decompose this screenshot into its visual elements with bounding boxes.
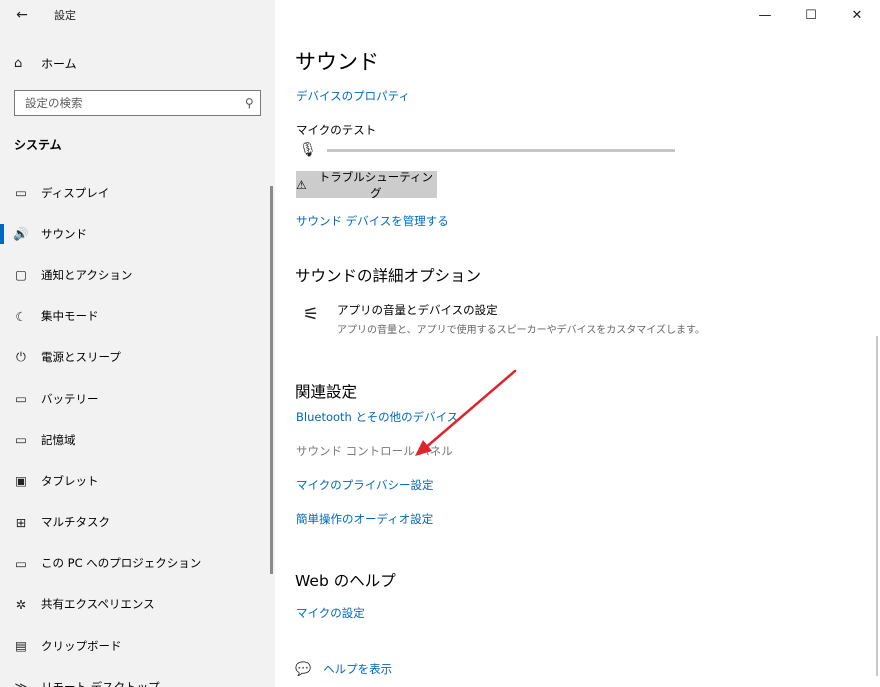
search-box[interactable]: ⚲ (14, 90, 261, 116)
device-properties-link[interactable]: デバイスのプロパティ (296, 88, 410, 104)
sidebar-item-label: 記憶域 (41, 432, 76, 447)
sidebar-item-label: 電源とスリープ (41, 350, 121, 365)
bluetooth-devices-link[interactable]: Bluetooth とその他のデバイス (296, 409, 458, 425)
sidebar-item-clipboard[interactable]: ▤ クリップボード (0, 625, 275, 666)
sidebar-item-label: リモート デスクトップ (41, 679, 160, 687)
web-help-heading: Web のヘルプ (295, 572, 396, 590)
notification-icon: ▢ (15, 267, 27, 283)
minimize-icon[interactable]: — (742, 0, 788, 30)
sidebar-item-projection[interactable]: ▭ この PC へのプロジェクション (0, 543, 275, 584)
mic-settings-link[interactable]: マイクの設定 (296, 605, 365, 621)
app-title: 設定 (54, 9, 76, 22)
warning-icon: ⚠ (296, 177, 307, 192)
tablet-icon: ▣ (15, 473, 27, 489)
sidebar-item-label: 共有エクスペリエンス (41, 597, 155, 612)
power-icon: ⏻ (16, 349, 26, 365)
mic-privacy-link[interactable]: マイクのプライバシー設定 (296, 477, 434, 493)
sidebar-item-sound[interactable]: 🔊 サウンド (0, 213, 275, 254)
window-controls: — ☐ ✕ (742, 0, 880, 30)
sidebar-item-battery[interactable]: ▭ バッテリー (0, 378, 275, 419)
remote-desktop-icon: ≫ (14, 679, 28, 687)
microphone-icon: 🎙 (299, 142, 317, 158)
sidebar-item-label: ディスプレイ (41, 185, 110, 200)
sidebar-item-storage[interactable]: ▭ 記憶域 (0, 419, 275, 460)
projection-icon: ▭ (15, 555, 27, 571)
sidebar-item-home[interactable]: ⌂ ホーム (0, 50, 275, 76)
sound-control-panel-link[interactable]: サウンド コントロール パネル (296, 443, 453, 459)
app-volume-settings[interactable]: ⚟ アプリの音量とデバイスの設定 アプリの音量と、アプリで使用するスピーカーやデ… (303, 302, 705, 336)
get-help-link[interactable]: ヘルプを表示 (323, 661, 392, 677)
main-scrollbar[interactable] (876, 336, 878, 676)
manage-sound-devices-link[interactable]: サウンド デバイスを管理する (296, 213, 449, 229)
display-icon: ▭ (15, 185, 27, 201)
app-volume-icon: ⚟ (303, 304, 320, 325)
home-icon: ⌂ (14, 55, 23, 71)
sidebar-nav: ▭ ディスプレイ 🔊 サウンド ▢ 通知とアクション ☾ 集中モード ⏻ 電源と… (0, 172, 275, 687)
multitasking-icon: ⊞ (15, 514, 27, 530)
back-arrow-icon[interactable]: ← (0, 0, 44, 30)
troubleshoot-label: トラブルシューティング (318, 169, 434, 200)
sidebar-item-shared-experiences[interactable]: ✲ 共有エクスペリエンス (0, 584, 275, 625)
close-icon[interactable]: ✕ (834, 0, 880, 30)
app-volume-title: アプリの音量とデバイスの設定 (337, 303, 498, 317)
search-icon[interactable]: ⚲ (245, 96, 254, 110)
troubleshoot-button[interactable]: ⚠ トラブルシューティング (296, 169, 437, 200)
sidebar-item-label: タブレット (41, 473, 99, 488)
sidebar-item-focus[interactable]: ☾ 集中モード (0, 296, 275, 337)
search-input[interactable] (25, 96, 225, 110)
sidebar-item-label: マルチタスク (41, 515, 110, 530)
sidebar-item-remote-desktop[interactable]: ≫ リモート デスクトップ (0, 666, 275, 687)
title-bar: ← 設定 (0, 0, 275, 30)
ease-of-access-audio-link[interactable]: 簡単操作のオーディオ設定 (296, 511, 433, 527)
sidebar-item-display[interactable]: ▭ ディスプレイ (0, 172, 275, 213)
sidebar-item-label: サウンド (41, 226, 87, 241)
advanced-options-heading: サウンドの詳細オプション (295, 267, 482, 285)
sidebar-item-label: 集中モード (41, 309, 99, 324)
sidebar-item-label: バッテリー (41, 391, 99, 406)
sidebar-item-notifications[interactable]: ▢ 通知とアクション (0, 254, 275, 295)
home-label: ホーム (41, 56, 77, 71)
app-volume-description: アプリの音量と、アプリで使用するスピーカーやデバイスをカスタマイズします。 (337, 325, 705, 336)
mic-test-label: マイクのテスト (296, 123, 377, 137)
page-title: サウンド (295, 50, 379, 74)
shared-experiences-icon: ✲ (15, 596, 27, 612)
main-content: — ☐ ✕ サウンド デバイスのプロパティ マイクのテスト 🎙 ⚠ トラブルシュ… (275, 0, 880, 687)
sidebar-item-tablet[interactable]: ▣ タブレット (0, 460, 275, 501)
related-settings-heading: 関連設定 (295, 383, 358, 401)
sidebar-item-label: クリップボード (41, 638, 122, 653)
sidebar: ← 設定 ⌂ ホーム ⚲ システム ▭ ディスプレイ 🔊 サウンド ▢ 通知とア… (0, 0, 275, 687)
section-label-system: システム (14, 138, 62, 152)
clipboard-icon: ▤ (15, 638, 27, 654)
speaker-icon: 🔊 (13, 225, 29, 241)
mic-level-row: 🎙 (299, 142, 675, 158)
sidebar-item-label: この PC へのプロジェクション (41, 556, 202, 571)
sidebar-item-multitasking[interactable]: ⊞ マルチタスク (0, 502, 275, 543)
get-help-row[interactable]: 💬 ヘルプを表示 (295, 661, 392, 677)
sidebar-item-power[interactable]: ⏻ 電源とスリープ (0, 337, 275, 378)
sidebar-item-label: 通知とアクション (41, 267, 133, 282)
mic-level-bar (326, 148, 675, 152)
storage-icon: ▭ (15, 432, 27, 448)
chat-help-icon: 💬 (295, 661, 312, 677)
battery-icon: ▭ (15, 391, 27, 407)
moon-icon: ☾ (15, 308, 27, 324)
maximize-icon[interactable]: ☐ (788, 0, 834, 30)
sidebar-scrollbar[interactable] (270, 186, 273, 574)
